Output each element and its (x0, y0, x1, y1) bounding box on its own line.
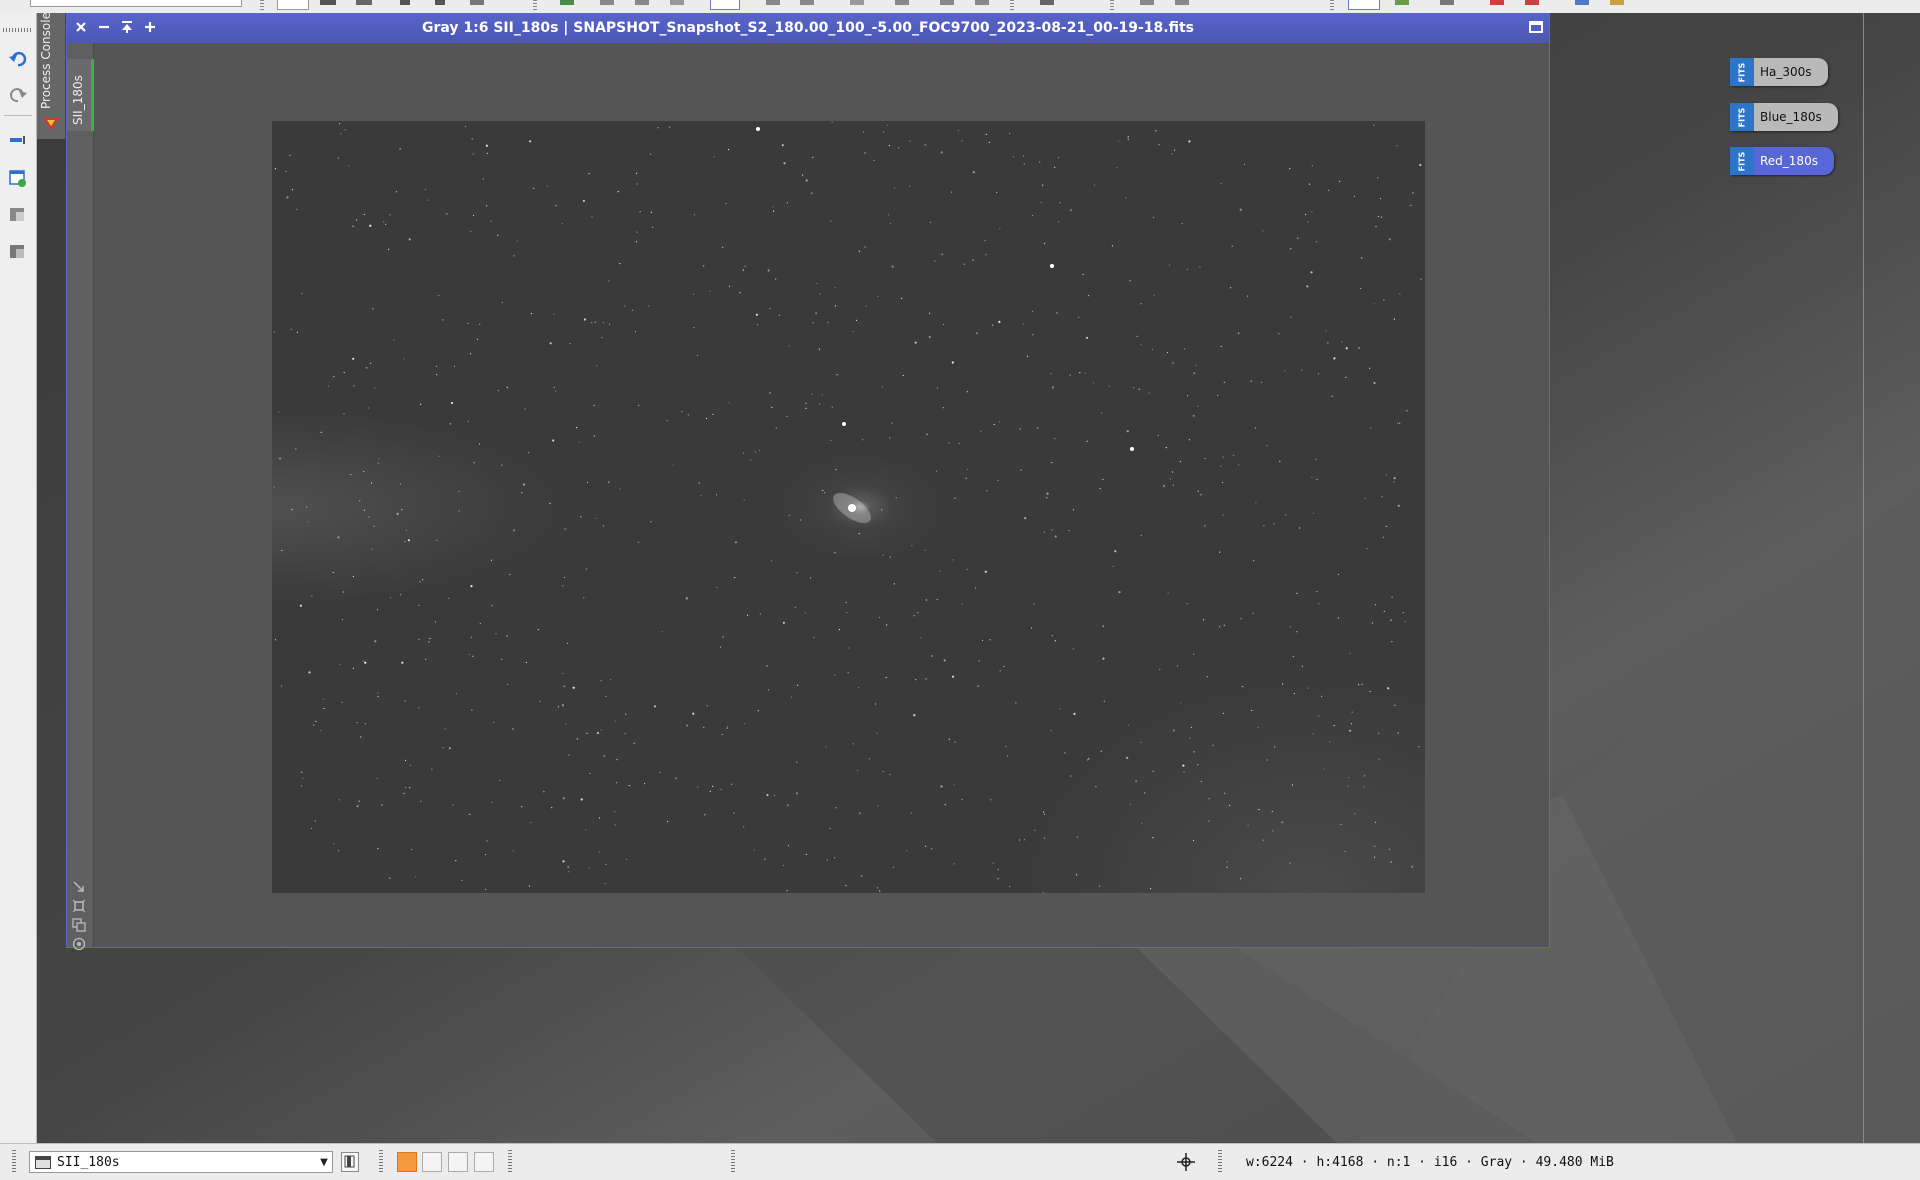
toolbar-icon[interactable] (1175, 0, 1189, 5)
desktop-icon-label: Ha_300s (1760, 65, 1812, 79)
fit-view-icon[interactable] (72, 880, 86, 894)
toolbar-icon[interactable] (766, 0, 780, 5)
desktop-icon-ha[interactable]: FITS Ha_300s (1730, 58, 1828, 86)
chevron-down-icon[interactable]: ▼ (316, 1157, 332, 1168)
toolbar-grip[interactable] (508, 1150, 512, 1174)
toolbar-separator (1330, 0, 1334, 12)
toolbar-icon[interactable] (400, 0, 410, 5)
process-console-tab[interactable]: Process Console (37, 12, 66, 139)
toolbar-divider (4, 115, 32, 116)
redo-icon[interactable] (8, 85, 28, 105)
maximize-window-icon[interactable] (1529, 21, 1543, 33)
image-canvas-area[interactable] (94, 43, 1549, 947)
clone-view-icon[interactable] (72, 918, 86, 932)
channel-swatch[interactable] (448, 1152, 468, 1172)
undo-icon[interactable] (8, 49, 28, 69)
toolbar-button-active[interactable] (710, 0, 740, 10)
toolbar-icon[interactable] (600, 0, 614, 5)
toolbar-grip[interactable] (379, 1150, 383, 1174)
toolbar-grip[interactable] (731, 1150, 735, 1174)
toolbar-icon[interactable] (1040, 0, 1054, 5)
toolbar-icon[interactable] (1395, 0, 1409, 5)
left-toolbar (0, 13, 37, 1143)
channel-swatch[interactable] (422, 1152, 442, 1172)
toolbar-icon[interactable] (470, 0, 484, 5)
toolbar-icon[interactable] (1610, 0, 1624, 5)
workspace-guide-line (1863, 13, 1864, 1143)
desktop-icon-label: Blue_180s (1760, 110, 1822, 124)
image-window[interactable]: Gray 1:6 SII_180s | SNAPSHOT_Snapshot_S2… (66, 13, 1550, 951)
top-toolbar (0, 0, 1920, 14)
process-container-icon[interactable] (8, 242, 28, 262)
view-tab-label: SII_180s (71, 75, 85, 125)
toolbar-button[interactable] (277, 0, 309, 10)
preview-toggle-button[interactable] (341, 1152, 359, 1172)
toolbar-grip[interactable] (1218, 1150, 1222, 1174)
channel-swatch[interactable] (474, 1152, 494, 1172)
console-icon (43, 118, 59, 130)
toolbar-icon[interactable] (1440, 0, 1454, 5)
view-tab[interactable]: SII_180s (67, 59, 94, 131)
star-field (273, 121, 1422, 894)
toolbar-separator (1010, 0, 1014, 12)
toolbar-icon[interactable] (560, 0, 574, 5)
toolbar-button-active[interactable] (1348, 0, 1380, 10)
image-container-icon[interactable] (8, 205, 28, 225)
image-window-icon (35, 1155, 51, 1169)
toolbar-icon[interactable] (670, 0, 684, 5)
toolbar-icon[interactable] (800, 0, 814, 5)
toolbar-grip[interactable] (12, 1150, 16, 1174)
image-info-readout: w:6224 · h:4168 · n:1 · i16 · Gray · 49.… (1246, 1155, 1614, 1170)
desktop-icon-red[interactable]: FITS Red_180s (1730, 147, 1834, 175)
toolbar-icon[interactable] (895, 0, 909, 5)
toolbar-grip[interactable] (3, 28, 33, 32)
toolbar-icon[interactable] (850, 0, 864, 5)
toolbar-icon[interactable] (975, 0, 989, 5)
toolbar-icon[interactable] (356, 0, 372, 5)
history-icon[interactable] (8, 130, 28, 150)
toolbar-separator (533, 0, 537, 12)
fits-badge-icon: FITS (1730, 58, 1754, 86)
toolbar-icon[interactable] (1575, 0, 1589, 5)
target-icon[interactable] (72, 937, 86, 951)
status-bar: SII_180s ▼ w:6224 · h:4168 · n:1 · i16 ·… (0, 1143, 1920, 1180)
toolbar-icon[interactable] (1490, 0, 1504, 5)
view-selector-value: SII_180s (57, 1154, 120, 1170)
new-window-icon[interactable] (8, 168, 28, 188)
toolbar-combo[interactable] (30, 0, 242, 7)
desktop-icon-blue[interactable]: FITS Blue_180s (1730, 103, 1838, 131)
view-sidebar: SII_180s (67, 43, 94, 951)
view-selector[interactable]: SII_180s ▼ (29, 1151, 333, 1173)
astronomical-image[interactable] (272, 121, 1425, 894)
crosshair-icon[interactable] (1176, 1152, 1196, 1172)
toolbar-icon[interactable] (635, 0, 649, 5)
toolbar-icon[interactable] (435, 0, 445, 5)
process-console-label: Process Console (39, 12, 53, 109)
fits-badge-icon: FITS (1730, 147, 1754, 175)
window-titlebar[interactable]: Gray 1:6 SII_180s | SNAPSHOT_Snapshot_S2… (67, 14, 1549, 43)
window-title: Gray 1:6 SII_180s | SNAPSHOT_Snapshot_S2… (421, 20, 1195, 36)
fits-badge-icon: FITS (1730, 103, 1754, 131)
desktop-icon-label: Red_180s (1760, 154, 1818, 168)
toolbar-separator (260, 0, 264, 12)
toolbar-separator (1110, 0, 1114, 12)
mask-color-swatch[interactable] (397, 1152, 417, 1172)
toolbar-icon[interactable] (940, 0, 954, 5)
toolbar-icon[interactable] (1140, 0, 1154, 5)
toolbar-icon[interactable] (320, 0, 336, 5)
zoom-fit-icon[interactable] (72, 899, 86, 913)
toolbar-icon[interactable] (1525, 0, 1539, 5)
